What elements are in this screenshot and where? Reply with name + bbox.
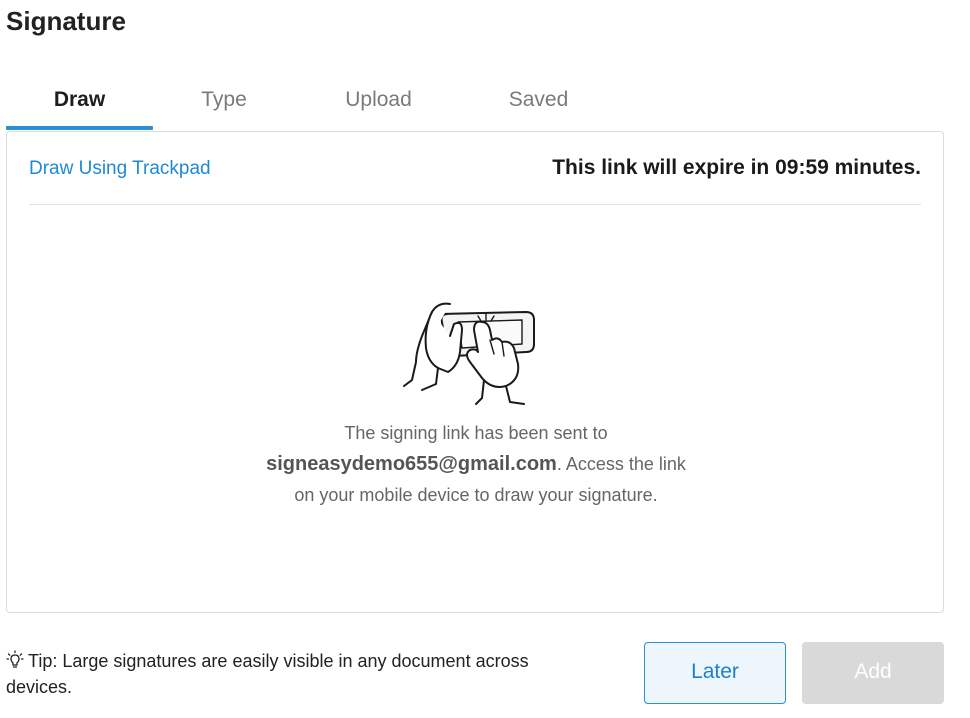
draw-panel: Draw Using Trackpad This link will expir… — [6, 131, 944, 613]
tab-saved[interactable]: Saved — [466, 84, 611, 130]
dialog-title: Signature — [6, 6, 126, 36]
signing-link-message: The signing link has been sent to signea… — [7, 418, 945, 511]
tab-upload[interactable]: Upload — [306, 84, 451, 130]
message-line-1: The signing link has been sent to — [344, 423, 608, 443]
recipient-email: signeasydemo655@gmail.com — [266, 453, 557, 475]
message-line-2: signeasydemo655@gmail.com. Access the li… — [7, 449, 945, 480]
message-line-3: on your mobile device to draw your signa… — [294, 485, 658, 505]
tab-type[interactable]: Type — [153, 84, 295, 130]
active-tab-indicator — [6, 126, 153, 130]
tip-text-block: Tip: Large signatures are easily visible… — [6, 648, 566, 700]
divider — [29, 204, 921, 205]
link-expiry-text: This link will expire in 09:59 minutes. — [552, 156, 921, 179]
later-button[interactable]: Later — [644, 642, 786, 704]
add-button[interactable]: Add — [802, 642, 944, 704]
draw-using-trackpad-link[interactable]: Draw Using Trackpad — [29, 158, 211, 180]
lightbulb-icon — [6, 650, 24, 668]
tab-draw[interactable]: Draw — [6, 84, 153, 130]
hands-holding-phone-icon — [403, 302, 535, 405]
tip-text: Tip: Large signatures are easily visible… — [6, 651, 529, 697]
tab-bar: Draw Type Upload Saved — [6, 84, 944, 132]
message-after-email: . Access the link — [556, 454, 686, 474]
